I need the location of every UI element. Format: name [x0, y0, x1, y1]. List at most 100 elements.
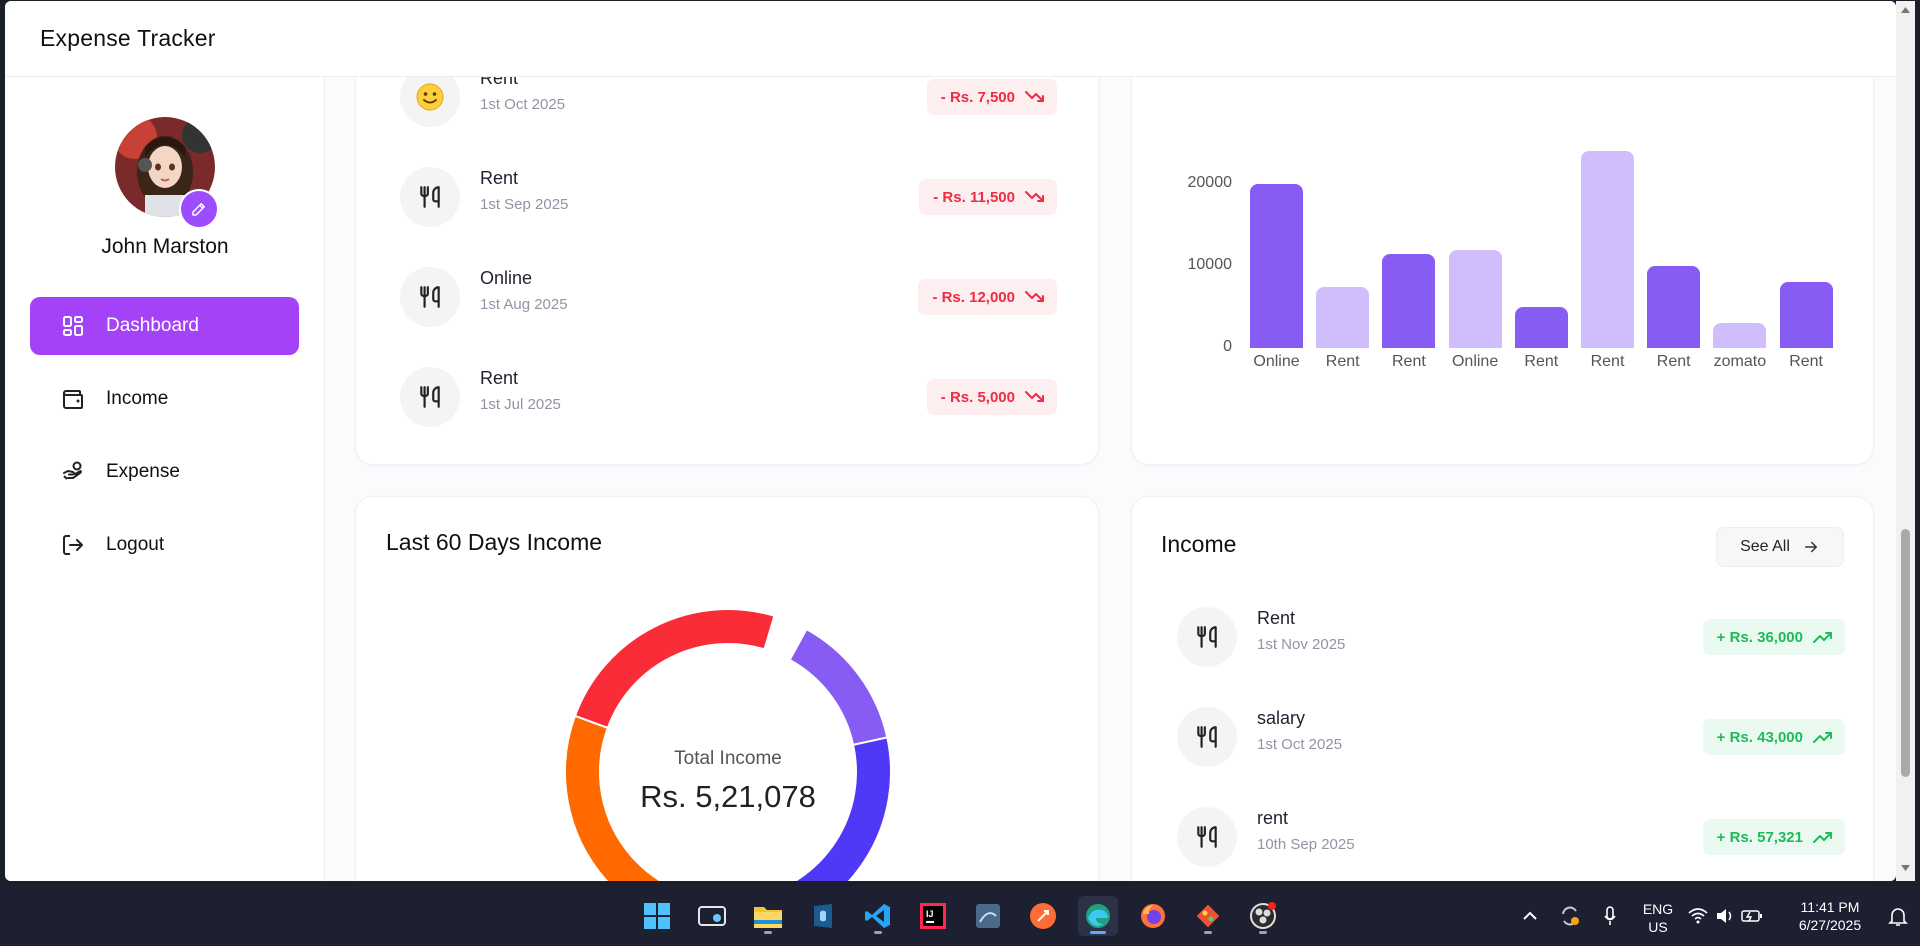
sidebar-item-expense[interactable]: Expense	[30, 443, 299, 501]
chart-bar[interactable]	[1581, 151, 1634, 348]
income-list: Rent 1st Nov 2025 + Rs. 36,000 salary 1s…	[1177, 602, 1845, 881]
list-item[interactable]: Rent 1st Nov 2025 + Rs. 36,000	[1177, 602, 1845, 672]
sync-status-icon[interactable]	[1550, 896, 1590, 936]
system-tray-icons[interactable]	[1685, 896, 1765, 936]
trending-down-icon	[1025, 191, 1044, 202]
income-chart-card: Last 60 Days Income Total Income Rs. 5,2…	[355, 496, 1099, 881]
see-all-label: See All	[1740, 538, 1790, 555]
scroll-thumb[interactable]	[1901, 529, 1910, 777]
x-axis-label: Rent	[1524, 353, 1559, 370]
see-all-button[interactable]: See All	[1716, 527, 1844, 567]
income-name: rent	[1257, 808, 1289, 828]
app-header: Expense Tracker	[5, 1, 1896, 77]
chart-bar[interactable]	[1713, 323, 1767, 348]
expense-amount-badge: - Rs. 11,500	[919, 179, 1057, 215]
income-date: 10th Sep 2025	[1257, 836, 1355, 853]
arrow-right-icon	[1804, 541, 1817, 553]
x-axis-label: Online	[1451, 353, 1499, 370]
expense-date: 1st Aug 2025	[480, 296, 568, 313]
clock[interactable]: 11:41 PM 6/27/2025	[1790, 898, 1870, 934]
y-axis-tick: 20000	[1187, 174, 1233, 191]
obs-icon[interactable]	[1243, 896, 1283, 936]
donut-center: Total Income Rs. 5,21,078	[563, 607, 893, 881]
hand-coins-icon	[60, 459, 86, 485]
chart-bar[interactable]	[1779, 282, 1833, 348]
dbeaver-icon[interactable]	[968, 896, 1008, 936]
expense-date: 1st Oct 2025	[480, 96, 566, 113]
expense-date: 1st Sep 2025	[480, 196, 569, 213]
windows-taskbar: IJ ENG US 11:41 PM 6/27/2025	[0, 886, 1920, 946]
language-code: ENG	[1642, 901, 1674, 917]
scroll-up-arrow-icon[interactable]	[1900, 5, 1911, 15]
utensils-icon	[1177, 807, 1237, 867]
logout-icon	[60, 532, 86, 558]
donut-center-value: Rs. 5,21,078	[640, 779, 816, 814]
income-name: salary	[1257, 708, 1306, 728]
postman-icon[interactable]	[1023, 896, 1063, 936]
income-chart-title: Last 60 Days Income	[386, 529, 603, 555]
chart-bar[interactable]	[1250, 184, 1303, 348]
chart-bar[interactable]	[1382, 253, 1436, 348]
y-axis-tick: 10000	[1187, 256, 1233, 273]
expense-name: Rent	[480, 168, 519, 188]
edit-avatar-button[interactable]	[179, 189, 219, 229]
windows-start-icon[interactable]	[637, 896, 677, 936]
language-indicator[interactable]: ENG US	[1640, 900, 1676, 936]
page-scrollbar[interactable]	[1896, 1, 1915, 881]
dashboard-icon	[60, 313, 86, 339]
income-amount-badge: + Rs. 36,000	[1702, 619, 1845, 655]
list-item[interactable]: Rent 1st Jul 2025 - Rs. 5,000	[400, 362, 1057, 432]
chart-bar[interactable]	[1316, 286, 1370, 348]
chart-bar[interactable]	[1448, 249, 1502, 348]
running-indicator	[1259, 931, 1267, 934]
mysql-workbench-icon[interactable]	[803, 896, 843, 936]
firefox-icon[interactable]	[1133, 896, 1173, 936]
list-item[interactable]: Rent 1st Oct 2025 - Rs. 7,500	[400, 77, 1057, 132]
git-icon[interactable]	[1188, 896, 1228, 936]
income-list-card: Income See All Rent 1st Nov 2025 + Rs. 3…	[1131, 496, 1874, 881]
svg-text:IJ: IJ	[926, 909, 934, 919]
clock-time: 11:41 PM	[1800, 899, 1860, 915]
sidebar-item-label: Income	[106, 388, 169, 409]
intellij-icon[interactable]: IJ	[913, 896, 953, 936]
sidebar-item-logout[interactable]: Logout	[30, 516, 299, 574]
income-amount-badge: + Rs. 43,000	[1702, 719, 1845, 755]
sidebar-item-label: Logout	[106, 534, 165, 555]
notification-bell-icon[interactable]	[1878, 896, 1918, 936]
expenses-card: Rent 1st Oct 2025 - Rs. 7,500 Rent 1st S…	[355, 77, 1099, 465]
sidebar-item-dashboard[interactable]: Dashboard	[30, 297, 299, 355]
edge-browser-icon[interactable]	[1078, 896, 1118, 936]
sidebar-item-label: Dashboard	[106, 315, 199, 336]
trending-down-icon	[1025, 291, 1044, 302]
running-indicator	[1090, 931, 1106, 934]
income-amount: + Rs. 43,000	[1716, 728, 1803, 746]
expense-name: Rent	[480, 368, 519, 388]
list-item[interactable]: Online 1st Aug 2025 - Rs. 12,000	[400, 262, 1057, 332]
app-title: Expense Tracker	[40, 25, 216, 51]
sidebar-item-income[interactable]: Income	[30, 370, 299, 428]
chevron-up-icon[interactable]	[1510, 896, 1550, 936]
x-axis-label: Rent	[1325, 353, 1360, 370]
expense-amount: - Rs. 5,000	[940, 388, 1015, 406]
smiley-emoji-icon	[400, 77, 460, 127]
chart-bar[interactable]	[1514, 307, 1568, 348]
chart-bar[interactable]	[1647, 266, 1701, 348]
utensils-icon	[400, 167, 460, 227]
income-amount: + Rs. 36,000	[1716, 628, 1803, 646]
income-list-title: Income	[1161, 531, 1237, 557]
widgets-icon[interactable]	[692, 896, 732, 936]
x-axis-label: Rent	[1391, 353, 1426, 370]
pencil-icon	[192, 203, 205, 216]
list-item[interactable]: Rent 1st Sep 2025 - Rs. 11,500	[400, 162, 1057, 232]
expense-name: Online	[480, 268, 533, 288]
clock-date: 6/27/2025	[1798, 917, 1862, 933]
scroll-down-arrow-icon[interactable]	[1900, 863, 1911, 873]
microphone-icon[interactable]	[1590, 896, 1630, 936]
vscode-icon[interactable]	[858, 896, 898, 936]
list-item[interactable]: salary 1st Oct 2025 + Rs. 43,000	[1177, 702, 1845, 772]
file-explorer-icon[interactable]	[748, 896, 788, 936]
running-indicator	[764, 931, 772, 934]
sidebar: John Marston Dashboard Income Expense Lo…	[5, 77, 325, 881]
list-item[interactable]: rent 10th Sep 2025 + Rs. 57,321	[1177, 802, 1845, 872]
donut-center-label: Total Income	[674, 748, 782, 769]
